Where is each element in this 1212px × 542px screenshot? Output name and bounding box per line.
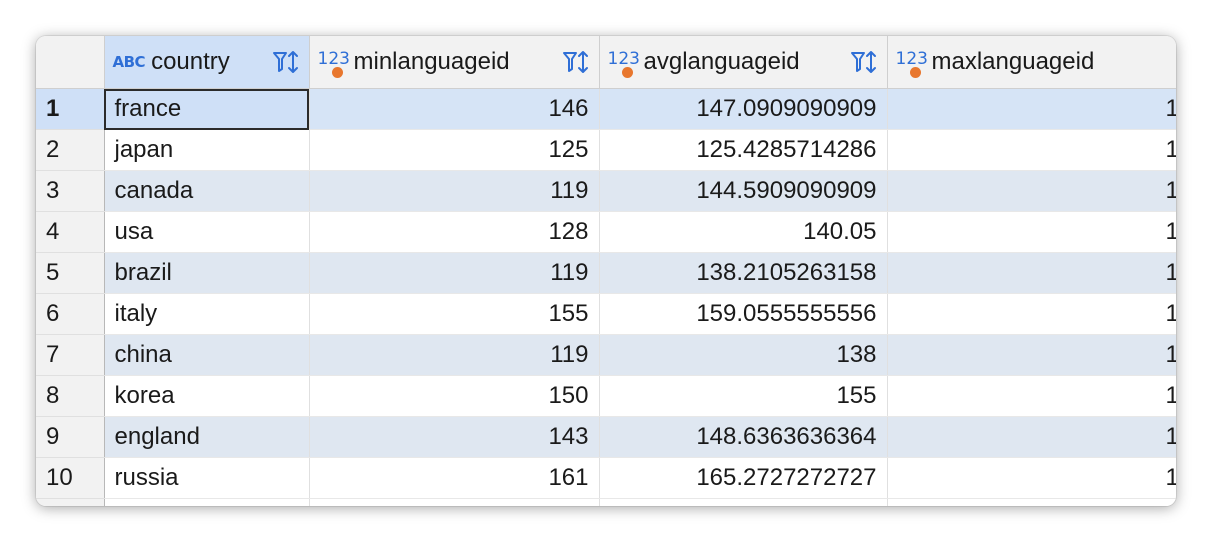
row-number[interactable]: 5 [36, 252, 105, 294]
cell-avglanguageid[interactable]: 140.05 [599, 211, 888, 253]
cell-avglanguageid[interactable]: 159.0555555556 [599, 293, 888, 335]
cell-avglanguageid[interactable]: 165.2727272727 [599, 457, 888, 499]
column-header-country[interactable]: ABC country [104, 36, 310, 89]
table-row[interactable]: 6 italy 155 159.0555555556 178 [36, 293, 1176, 335]
numeric-type-icon: 123 [608, 47, 640, 78]
cell-avglanguageid[interactable]: 148.6363636364 [599, 416, 888, 458]
cell-avglanguageid[interactable]: 155 [599, 375, 888, 417]
column-label: avglanguageid [643, 48, 800, 75]
row-number[interactable]: 4 [36, 211, 105, 253]
empty-cell [887, 498, 1176, 506]
results-grid-window: ABC country 123 minlanguageid 123 avglan… [36, 36, 1176, 506]
cell-minlanguageid[interactable]: 128 [309, 211, 600, 253]
empty-cell [309, 498, 600, 506]
table-row[interactable]: 9 england 143 148.6363636364 182 [36, 416, 1176, 458]
cell-minlanguageid[interactable]: 119 [309, 334, 600, 376]
cell-minlanguageid[interactable]: 155 [309, 293, 600, 335]
table-row[interactable]: 1 france 146 147.0909090909 149 [36, 88, 1176, 130]
cell-country[interactable]: russia [104, 457, 310, 499]
row-number[interactable]: 6 [36, 293, 105, 335]
row-number[interactable]: 8 [36, 375, 105, 417]
cell-maxlanguageid[interactable]: 149 [887, 88, 1176, 130]
column-label: maxlanguageid [931, 48, 1095, 75]
empty-row [36, 498, 1176, 506]
cell-maxlanguageid[interactable]: 180 [887, 170, 1176, 212]
numeric-type-icon: 123 [318, 47, 350, 78]
cell-avglanguageid[interactable]: 138.2105263158 [599, 252, 888, 294]
cell-country[interactable]: italy [104, 293, 310, 335]
cell-maxlanguageid[interactable]: 184 [887, 375, 1176, 417]
cell-country[interactable]: canada [104, 170, 310, 212]
cell-minlanguageid[interactable]: 161 [309, 457, 600, 499]
row-number[interactable]: 10 [36, 457, 105, 499]
results-table: ABC country 123 minlanguageid 123 avglan… [36, 36, 1176, 506]
header-row: ABC country 123 minlanguageid 123 avglan… [36, 36, 1176, 89]
cell-country[interactable]: brazil [104, 252, 310, 294]
empty-cell [599, 498, 888, 506]
table-row[interactable]: 2 japan 125 125.4285714286 127 [36, 129, 1176, 171]
filter-sort-icon[interactable] [271, 47, 303, 77]
row-number[interactable]: 2 [36, 129, 105, 171]
table-row[interactable]: 3 canada 119 144.5909090909 180 [36, 170, 1176, 212]
cell-maxlanguageid[interactable]: 182 [887, 416, 1176, 458]
cell-country[interactable]: china [104, 334, 310, 376]
cell-minlanguageid[interactable]: 143 [309, 416, 600, 458]
filter-sort-icon[interactable] [561, 47, 593, 77]
cell-avglanguageid[interactable]: 138 [599, 334, 888, 376]
cell-maxlanguageid[interactable]: 127 [887, 129, 1176, 171]
cell-country[interactable]: japan [104, 129, 310, 171]
numeric-type-icon: 123 [896, 47, 928, 78]
table-row[interactable]: 10 russia 161 165.2727272727 181 [36, 457, 1176, 499]
row-number[interactable]: 1 [36, 88, 105, 130]
empty-cell [104, 498, 310, 506]
cell-country[interactable]: usa [104, 211, 310, 253]
cell-minlanguageid[interactable]: 146 [309, 88, 600, 130]
cell-maxlanguageid[interactable]: 178 [887, 293, 1176, 335]
table-row[interactable]: 7 china 119 138 183 [36, 334, 1176, 376]
column-header-avglanguageid[interactable]: 123 avglanguageid [599, 36, 888, 89]
row-number[interactable]: 3 [36, 170, 105, 212]
column-header-maxlanguageid[interactable]: 123 maxlanguageid [887, 36, 1176, 89]
row-number[interactable]: 7 [36, 334, 105, 376]
cell-minlanguageid[interactable]: 150 [309, 375, 600, 417]
cell-minlanguageid[interactable]: 125 [309, 129, 600, 171]
column-label: country [151, 48, 230, 75]
row-number-empty [36, 498, 105, 506]
cell-minlanguageid[interactable]: 119 [309, 252, 600, 294]
column-label: minlanguageid [353, 48, 510, 75]
text-type-icon: ABC [112, 53, 146, 71]
cell-avglanguageid[interactable]: 144.5909090909 [599, 170, 888, 212]
select-all-corner[interactable] [36, 36, 105, 89]
table-row[interactable]: 5 brazil 119 138.2105263158 183 [36, 252, 1176, 294]
table-row[interactable]: 4 usa 128 140.05 176 [36, 211, 1176, 253]
cell-minlanguageid[interactable]: 119 [309, 170, 600, 212]
cell-country[interactable]: england [104, 416, 310, 458]
cell-maxlanguageid[interactable]: 181 [887, 457, 1176, 499]
filter-sort-icon[interactable] [849, 47, 881, 77]
row-number[interactable]: 9 [36, 416, 105, 458]
column-header-minlanguageid[interactable]: 123 minlanguageid [309, 36, 600, 89]
cell-country[interactable]: france [104, 88, 310, 130]
table-row[interactable]: 8 korea 150 155 184 [36, 375, 1176, 417]
cell-maxlanguageid[interactable]: 176 [887, 211, 1176, 253]
cell-avglanguageid[interactable]: 147.0909090909 [599, 88, 888, 130]
cell-avglanguageid[interactable]: 125.4285714286 [599, 129, 888, 171]
cell-maxlanguageid[interactable]: 183 [887, 334, 1176, 376]
cell-maxlanguageid[interactable]: 183 [887, 252, 1176, 294]
cell-country[interactable]: korea [104, 375, 310, 417]
